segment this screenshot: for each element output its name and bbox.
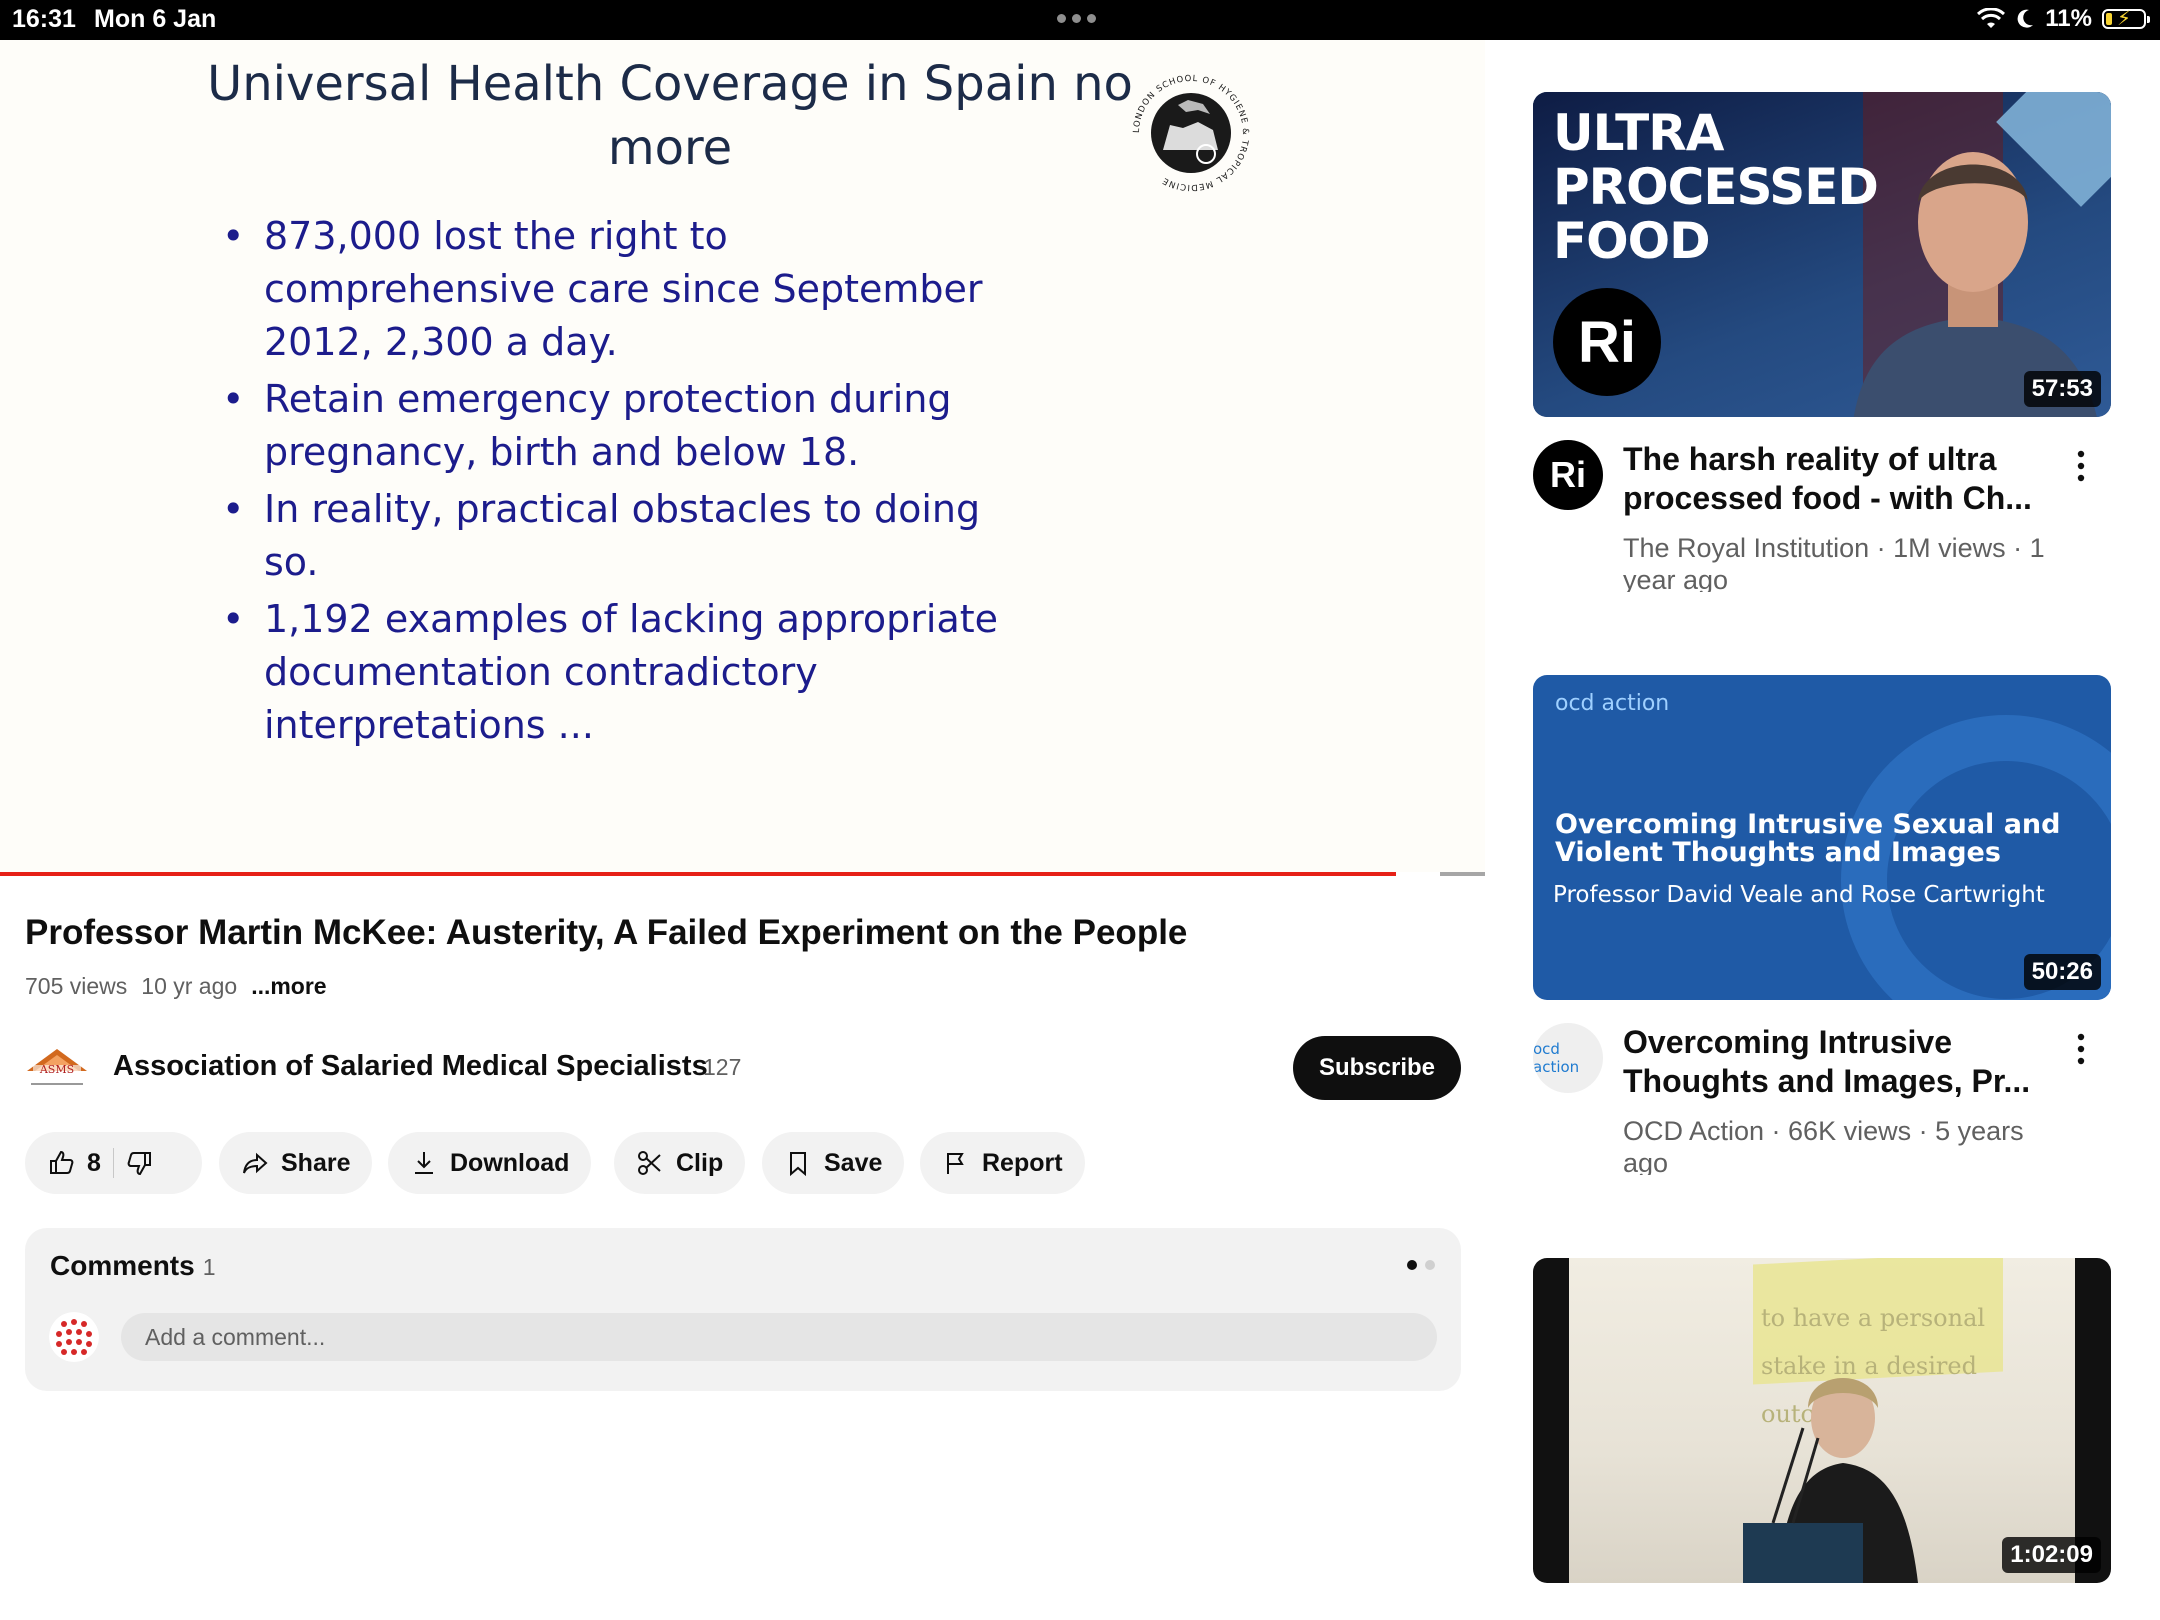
flag-icon	[947, 1153, 964, 1174]
channel-avatar[interactable]: ocd action	[1533, 1023, 1603, 1093]
dislike-icon[interactable]	[126, 1149, 154, 1177]
wifi-icon	[1977, 8, 2006, 28]
download-label: Download	[450, 1148, 570, 1177]
speaker-image	[1743, 1378, 1918, 1583]
recommendation-thumbnail[interactable]: ocd action Overcoming Intrusive Sexual a…	[1533, 675, 2111, 1000]
recommendation-thumbnail[interactable]: to have a personal stake in a desired ou…	[1533, 1258, 2111, 1583]
like-count[interactable]: 8	[87, 1149, 101, 1178]
video-meta[interactable]: 705 views 10 yr ago ...more	[25, 973, 327, 1000]
video-duration: 1:02:09	[2002, 1537, 2101, 1573]
status-date: Mon 6 Jan	[94, 5, 217, 33]
playback-progress[interactable]	[0, 872, 1396, 876]
report-label: Report	[982, 1148, 1063, 1177]
scissors-icon	[638, 1151, 661, 1175]
download-button[interactable]: Download	[388, 1132, 592, 1194]
slide-bullet: 1,192 examples of lacking appropriate do…	[222, 593, 1022, 752]
comments-pager-dots	[1407, 1260, 1435, 1270]
recommendation-meta: The Royal Institution · 1M views · 1 yea…	[1623, 533, 2045, 592]
comments-title: Comments 1	[50, 1250, 216, 1281]
save-label: Save	[824, 1148, 883, 1177]
save-button[interactable]: Save	[762, 1132, 905, 1194]
view-count: 705 views	[25, 973, 128, 999]
recommendation-meta: OCD Action · 66K views · 5 years ago	[1623, 1116, 2024, 1175]
slide-bullet: Retain emergency protection during pregn…	[222, 373, 1022, 479]
status-time: 16:31	[12, 5, 76, 33]
download-icon	[415, 1152, 433, 1174]
ocd-action-logo: ocd action	[1555, 691, 1670, 716]
bookmark-icon	[790, 1152, 806, 1177]
video-duration: 50:26	[2023, 954, 2101, 990]
channel-badge: Ri	[1553, 288, 1661, 396]
share-label: Share	[281, 1148, 351, 1177]
clip-button[interactable]: Clip	[614, 1132, 746, 1194]
slide-bullet: 873,000 lost the right to comprehensive …	[222, 210, 1022, 369]
report-button[interactable]: Report	[920, 1132, 1085, 1194]
more-link[interactable]: ...more	[251, 973, 326, 1000]
upload-age: 10 yr ago	[141, 973, 238, 999]
like-icon[interactable]	[47, 1149, 75, 1177]
channel-avatar[interactable]: Ri	[1533, 440, 1603, 510]
share-icon	[243, 1152, 268, 1174]
slide-bullets: 873,000 lost the right to comprehensive …	[222, 210, 1022, 756]
slide-title: Universal Health Coverage in Spain no mo…	[207, 56, 1133, 176]
thumbnail-text: ULTRA PROCESSED FOOD	[1553, 104, 1879, 270]
subscribe-button[interactable]: Subscribe	[1293, 1036, 1461, 1100]
clip-label: Clip	[676, 1148, 724, 1177]
multitasking-dots-icon[interactable]	[1057, 14, 1096, 23]
channel-row: ASMS Association of Salaried Medical Spe…	[25, 1036, 1461, 1100]
thumbnail-subtitle: Professor David Veale and Rose Cartwrigh…	[1553, 882, 2045, 908]
video-player[interactable]: Universal Health Coverage in Spain no mo…	[0, 40, 1485, 872]
status-bar: 16:31 Mon 6 Jan 11% ⚡	[0, 0, 2160, 40]
user-avatar[interactable]	[49, 1312, 99, 1362]
playback-progress-remaining[interactable]	[1440, 872, 1485, 876]
school-seal-logo: LONDON SCHOOL OF HYGIENE & TROPICAL MEDI…	[1132, 74, 1249, 192]
video-duration: 57:53	[2023, 371, 2101, 407]
battery-icon: ⚡	[2102, 8, 2150, 30]
svg-text:ASMS: ASMS	[39, 1063, 74, 1076]
like-dislike-pill: 8	[25, 1132, 202, 1194]
channel-logo[interactable]: ASMS	[25, 1045, 89, 1091]
moon-icon	[2017, 9, 2034, 28]
more-options-icon[interactable]	[2068, 446, 2094, 486]
recommendation-thumbnail[interactable]: ULTRA PROCESSED FOOD Ri 57:53	[1533, 92, 2111, 417]
add-comment-input[interactable]	[121, 1313, 1437, 1361]
recommendation-title[interactable]: Overcoming Intrusive Thoughts and Images…	[1623, 1023, 2043, 1101]
thumbnail-heading: Overcoming Intrusive Sexual and Violent …	[1555, 809, 2061, 868]
more-options-icon[interactable]	[2068, 1029, 2094, 1069]
channel-name[interactable]: Association of Salaried Medical Speciali…	[113, 1050, 708, 1083]
comments-count: 1	[202, 1254, 216, 1280]
comments-panel[interactable]: Comments 1	[25, 1228, 1461, 1391]
slide-bullet: In reality, practical obstacles to doing…	[222, 483, 1022, 589]
subscriber-count: 127	[703, 1054, 742, 1080]
status-right: 11% ⚡	[1977, 5, 2150, 33]
recommendation-title[interactable]: The harsh reality of ultra processed foo…	[1623, 440, 2043, 518]
video-title: Professor Martin McKee: Austerity, A Fai…	[25, 913, 1188, 952]
battery-percent: 11%	[2045, 5, 2092, 32]
share-button[interactable]: Share	[219, 1132, 373, 1194]
